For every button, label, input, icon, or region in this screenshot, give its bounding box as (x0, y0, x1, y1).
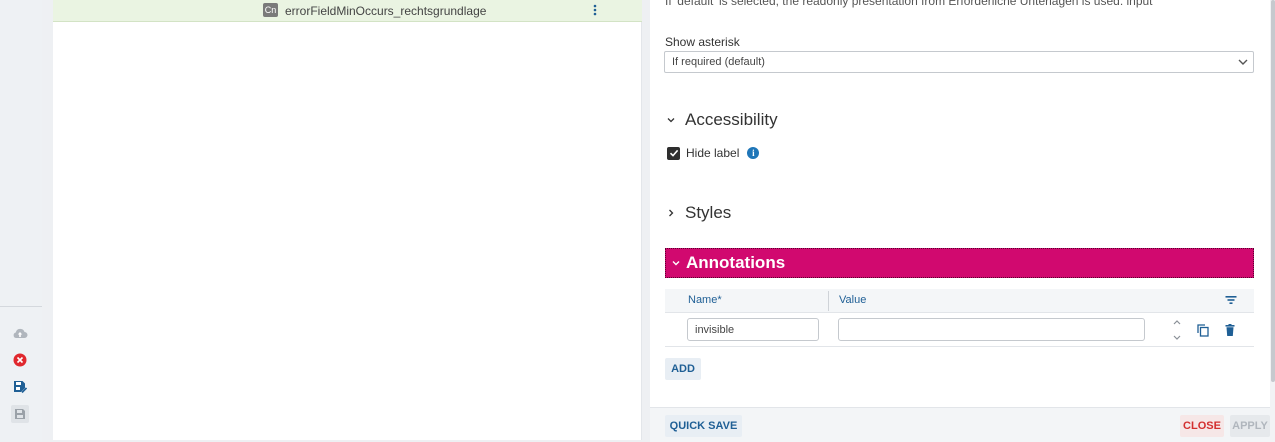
apply-button[interactable]: APPLY (1230, 415, 1270, 437)
show-asterisk-value: If required (default) (672, 56, 765, 68)
annotations-section-header[interactable]: Annotations (665, 248, 1254, 278)
show-asterisk-label: Show asterisk (665, 35, 740, 49)
column-header-name[interactable]: Name* (688, 294, 722, 306)
chevron-down-icon (1237, 56, 1249, 68)
cloud-upload-icon[interactable] (11, 324, 29, 342)
annotations-title: Annotations (686, 253, 786, 272)
kebab-menu-icon[interactable] (587, 2, 603, 18)
save-icon[interactable] (11, 405, 29, 423)
filter-icon[interactable] (1225, 294, 1237, 306)
readonly-info-text: If 'default' is selected, the readonly p… (665, 0, 1153, 8)
properties-panel: If 'default' is selected, the readonly p… (650, 0, 1270, 442)
chevron-down-icon (670, 257, 682, 269)
styles-section-header[interactable]: Styles (665, 203, 731, 223)
hide-label-text: Hide label (686, 146, 740, 160)
error-circle-icon[interactable] (11, 351, 29, 369)
annotation-name-input[interactable] (687, 318, 819, 341)
quick-save-button[interactable]: QUICK SAVE (665, 415, 742, 437)
save-as-icon[interactable] (11, 378, 29, 396)
styles-title: Styles (685, 203, 732, 222)
accessibility-section-header[interactable]: Accessibility (665, 110, 778, 130)
hide-label-option: Hide label i (667, 146, 760, 160)
tree-node-label[interactable]: errorFieldMinOccurs_rechtsgrundlage (285, 4, 486, 18)
left-rail (0, 0, 42, 442)
column-header-value[interactable]: Value (839, 294, 866, 306)
delete-icon[interactable] (1223, 322, 1237, 338)
annotation-row (665, 314, 1254, 347)
scrollbar-thumb[interactable] (1271, 0, 1275, 382)
copy-icon[interactable] (1196, 322, 1210, 338)
accessibility-title: Accessibility (685, 110, 778, 129)
chevron-right-icon (665, 207, 677, 219)
hide-label-checkbox[interactable] (667, 146, 680, 160)
move-up-down-icon[interactable] (1170, 319, 1184, 341)
annotation-value-input[interactable] (838, 318, 1145, 341)
panel-footer: QUICK SAVE CLOSE APPLY (650, 407, 1270, 442)
add-annotation-button[interactable]: ADD (665, 358, 701, 380)
container-type-icon: Cn (263, 3, 278, 17)
info-icon[interactable]: i (747, 147, 760, 159)
show-asterisk-select[interactable]: If required (default) (664, 51, 1254, 73)
chevron-down-icon (665, 114, 677, 126)
close-button[interactable]: CLOSE (1180, 415, 1224, 437)
rail-divider (0, 306, 42, 307)
tree-panel: Cn errorFieldMinOccurs_rechtsgrundlage (53, 0, 642, 440)
tree-node-row[interactable]: Cn errorFieldMinOccurs_rechtsgrundlage (53, 0, 642, 22)
annotations-grid-header: Name* Value (665, 289, 1254, 313)
column-separator (828, 291, 829, 311)
